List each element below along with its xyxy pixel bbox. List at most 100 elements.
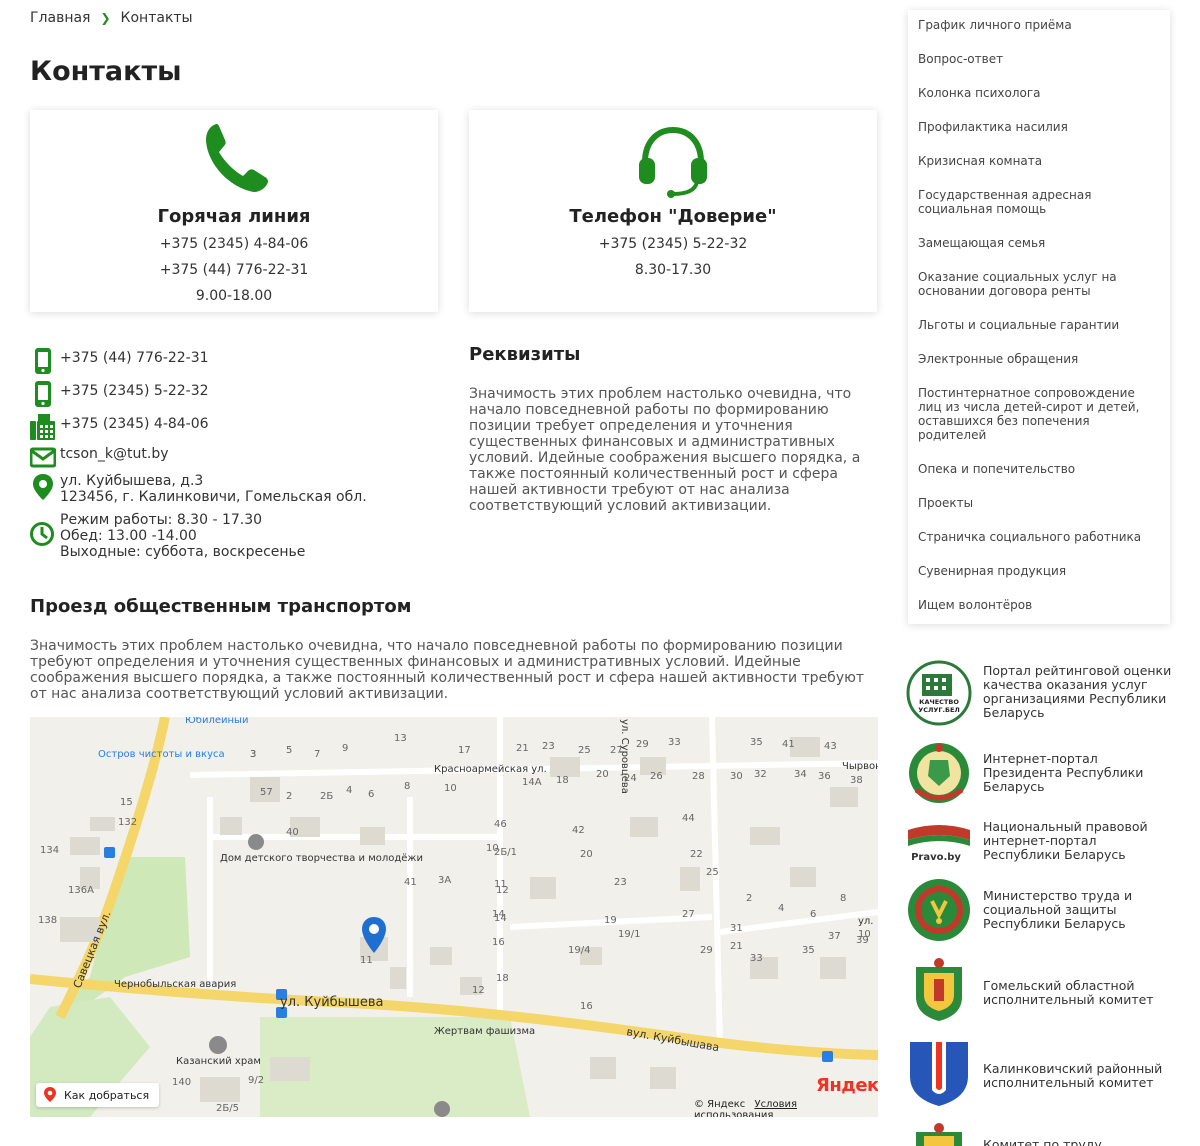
contact-hours-text: Режим работы: 8.30 - 17.30 Обед: 13.00 -… (60, 512, 305, 560)
map-house-number: 13 (394, 733, 407, 744)
map-poi-museum-icon (434, 1101, 450, 1117)
belarus-emblem-icon (909, 743, 969, 803)
quality-logo-text-2: УСЛУГ.БЕЛ (918, 706, 960, 714)
map-house-number: 14 (492, 909, 505, 920)
clock-icon (30, 522, 54, 546)
link-labor-committee-text[interactable]: Комитет по труду, занятости (983, 1138, 1175, 1146)
trust-phone-number[interactable]: +375 (2345) 5-22-32 (469, 236, 877, 252)
pravo-logo-icon: Pravo.by (908, 825, 970, 863)
contact-fax-text[interactable]: +375 (2345) 4-84-06 (60, 413, 209, 432)
map-house-number: 31 (730, 923, 743, 934)
map-house-number: 136А (68, 885, 94, 896)
map-house-number: 16 (492, 937, 505, 948)
map-poi-church-icon (209, 1036, 227, 1054)
map-house-number: 34 (794, 769, 807, 780)
hours-line-2: Обед: 13.00 -14.00 (60, 528, 197, 544)
link-kalinkovichi-committee-text[interactable]: Калинковичский районный исполнительный к… (983, 1062, 1175, 1090)
map-house-number: 25 (578, 745, 591, 756)
map[interactable]: ул. Куйбышева вул. Куйбышава Савецкая ву… (30, 717, 878, 1117)
map-house-number: 42 (572, 825, 585, 836)
sidebar-item[interactable]: Кризисная комната (918, 154, 1158, 168)
map-house-number: 29 (700, 945, 713, 956)
breadcrumb-home-link[interactable]: Главная (30, 10, 90, 26)
sidebar-item[interactable]: Колонка психолога (918, 86, 1158, 100)
map-copyright: © Яндекс (694, 1099, 746, 1110)
map-house-number: 38 (850, 775, 863, 786)
map-house-number: 57 (260, 787, 273, 798)
map-house-number: 11 (360, 955, 373, 966)
map-label-church: Казанский храм (176, 1056, 261, 1067)
map-house-number: 134 (40, 845, 59, 856)
link-ministry-text[interactable]: Министерство труда и социальной защиты Р… (983, 889, 1175, 931)
sidebar-item[interactable]: Проекты (918, 496, 1158, 510)
map-house-number: 2Б (320, 791, 333, 802)
link-pravo-portal-text[interactable]: Национальный правовой интернет-портал Ре… (983, 820, 1175, 862)
trust-phone-card: Телефон "Доверие" +375 (2345) 5-22-32 8.… (469, 110, 877, 312)
map-house-number: 4 (346, 785, 352, 796)
requisites-text: Значимость этих проблем настолько очевид… (469, 386, 861, 514)
breadcrumb-chevron-icon: ❯ (100, 11, 111, 25)
contact-mobile-2-text[interactable]: +375 (2345) 5-22-32 (60, 380, 209, 399)
contact-email-text[interactable]: tcson_k@tut.by (60, 443, 169, 462)
contact-address-text: ул. Куйбышева, д.3 123456, г. Калинкович… (60, 473, 367, 505)
sidebar-item[interactable]: Оказание социальных услуг на основании д… (918, 270, 1158, 298)
transport-text: Значимость этих проблем настолько очевид… (30, 638, 865, 702)
hotline-phone-2[interactable]: +375 (44) 776-22-31 (30, 262, 438, 278)
map-route-button[interactable]: Как добраться (36, 1083, 160, 1107)
sidebar-item[interactable]: Профилактика насилия (918, 120, 1158, 134)
map-house-number: 11 (494, 879, 507, 890)
map-house-number: 37 (828, 931, 841, 942)
map-house-number: 46 (494, 819, 507, 830)
link-president-portal-text[interactable]: Интернет-портал Президента Республики Бе… (983, 752, 1175, 794)
transport-title: Проезд общественным транспортом (30, 596, 412, 617)
map-house-number: 23 (542, 741, 555, 752)
sidebar-item[interactable]: Льготы и социальные гарантии (918, 318, 1158, 332)
map-house-number: 14А (522, 777, 542, 788)
sidebar-item[interactable]: Ищем волонтёров (918, 598, 1158, 612)
map-label-vul: ул. (858, 916, 874, 927)
sidebar-item[interactable]: Опека и попечительство (918, 462, 1158, 476)
map-house-number: 18 (556, 775, 569, 786)
sidebar-item[interactable]: Государственная адресная социальная помо… (918, 188, 1158, 216)
contact-mobile-1-text[interactable]: +375 (44) 776-22-31 (60, 347, 209, 366)
contact-fax: +375 (2345) 4-84-06 (30, 413, 209, 441)
sidebar-item[interactable]: Электронные обращения (918, 352, 1158, 366)
map-poi-house-icon (248, 834, 264, 850)
map-house-number: 41 (782, 739, 795, 750)
trust-phone-hours: 8.30-17.30 (634, 262, 712, 278)
ministry-emblem-icon (908, 879, 970, 941)
map-house-number: 32 (754, 769, 767, 780)
map-house-number: 10 (858, 929, 871, 940)
map-house-number: 4 (778, 903, 784, 914)
map-house-number: 7 (314, 749, 320, 760)
contact-address: ул. Куйбышева, д.3 123456, г. Калинкович… (30, 473, 367, 505)
map-canvas[interactable]: ул. Куйбышева вул. Куйбышава Савецкая ву… (30, 717, 878, 1117)
sidebar-item[interactable]: Сувенирная продукция (918, 564, 1158, 578)
contact-email: tcson_k@tut.by (30, 443, 169, 471)
map-brand-logo[interactable]: Яндекс (816, 1075, 878, 1096)
sidebar-item[interactable]: График личного приёма (918, 18, 1158, 32)
gomel-emblem-icon (916, 958, 962, 1021)
link-quality-portal-text[interactable]: Портал рейтинговой оценки качества оказа… (983, 664, 1175, 720)
sidebar-item[interactable]: Страничка социального работника (918, 530, 1158, 544)
location-pin-icon (33, 474, 53, 500)
hotline-title: Горячая линия (157, 206, 311, 227)
map-label-island: Остров чистоты и вкуса (98, 749, 225, 760)
sidebar-item[interactable]: Замещающая семья (918, 236, 1158, 250)
map-house-number: 10 (486, 843, 499, 854)
sidebar-item[interactable]: Вопрос-ответ (918, 52, 1158, 66)
sidebar-item[interactable]: Постинтернатное сопровождение лиц из чис… (918, 386, 1158, 442)
map-label-victims: Жертвам фашизма (434, 1026, 535, 1037)
link-gomel-committee-text[interactable]: Гомельский областной исполнительный коми… (983, 979, 1175, 1007)
sidebar-menu: График личного приёма Вопрос-ответ Колонка… (908, 10, 1170, 624)
map-house-number: 36 (818, 771, 831, 782)
map-house-number: 29 (636, 739, 649, 750)
hotline-phone-1[interactable]: +375 (2345) 4-84-06 (30, 236, 438, 252)
map-house-number: 26 (650, 771, 663, 782)
map-house-number: 20 (580, 849, 593, 860)
map-house-number: 3А (438, 875, 451, 886)
map-house-number: 132 (118, 817, 137, 828)
quality-logo-icon: КАЧЕСТВО УСЛУГ.БЕЛ (906, 660, 972, 726)
map-house-number: 21 (516, 743, 529, 754)
map-house-number: 24 (624, 773, 637, 784)
